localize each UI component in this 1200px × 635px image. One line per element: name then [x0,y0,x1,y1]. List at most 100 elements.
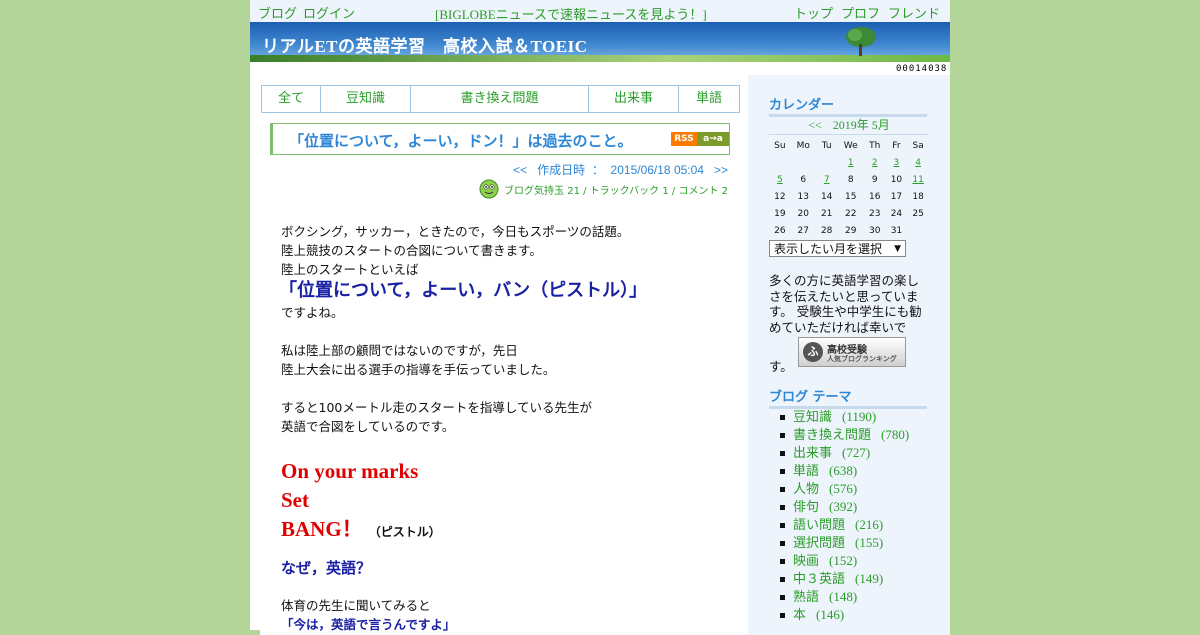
blog-link[interactable]: ブログ [258,6,297,21]
pistol-note: （ピストル） [368,525,441,539]
profile-link[interactable]: プロフ [841,6,880,21]
next-post-link[interactable]: >> [714,163,728,177]
top-link[interactable]: トップ [794,6,833,21]
ranking-banner-button[interactable]: ふ 高校受験 人気ブログランキング [798,337,906,367]
calendar-day: 24 [890,208,903,219]
weekday-header: We [843,140,858,151]
theme-name: 単語 [793,463,820,478]
month-select[interactable]: 表示したい月を選択 ▼ [769,240,906,257]
post-paragraph: 私は陸上部の顧問ではないのですが，先日 [281,343,518,358]
friend-link[interactable]: フレンド [888,6,940,21]
theme-item[interactable]: 熟語 (148) [780,588,943,606]
theme-count: (1190) [842,409,877,424]
red-callout-3: BANG！ （ピストル） [281,515,731,547]
calendar: << 2019年 5月 Su Mo Tu We Th Fr Sa 1 2 3 4 5 6 7 8 9 10 11 1… [769,116,929,239]
theme-count: (216) [855,517,884,532]
post-meta: ブログ気持玉 21 / トラックバック 1 / コメント 2 [478,179,728,199]
calendar-day[interactable]: 4 [907,154,929,171]
post-meta-links[interactable]: ブログ気持玉 21 / トラックバック 1 / コメント 2 [504,182,728,197]
theme-item[interactable]: 映画 (152) [780,552,943,570]
calendar-day: 25 [912,208,924,219]
calendar-day: 8 [847,174,854,185]
theme-count: (146) [816,607,845,622]
calendar-empty-cell [769,154,791,171]
red-callout-3-text: BANG！ [281,517,363,541]
calendar-day: 17 [890,191,903,202]
prev-post-link[interactable]: << [513,163,527,177]
weekday-header: Su [774,140,786,151]
theme-item[interactable]: 出来事 (727) [780,444,943,462]
theme-count: (727) [842,445,871,460]
calendar-day: 23 [869,208,881,219]
calendar-day: 12 [774,191,786,202]
rss-icon[interactable]: RSS a→a [671,132,729,146]
weekday-header: Fr [892,140,901,151]
weekday-header: Tu [821,140,832,151]
calendar-day[interactable]: 1 [838,154,864,171]
category-tab-events[interactable]: 出来事 [589,86,679,112]
category-tab-words[interactable]: 単語 [679,86,739,112]
theme-item[interactable]: 選択問題 (155) [780,534,943,552]
blog-banner: リアルETの英語学習 高校入試＆TOEIC [250,22,950,62]
theme-item[interactable]: 単語 (638) [780,462,943,480]
theme-name: 豆知識 [793,409,833,424]
theme-item[interactable]: 俳句 (392) [780,498,943,516]
calendar-day: 22 [844,208,857,219]
calendar-day[interactable]: 2 [864,154,886,171]
question-heading: なぜ，英語？ [281,559,372,577]
category-tab-all[interactable]: 全て [262,86,321,112]
calendar-prev-link[interactable]: << [808,118,822,132]
calendar-heading: カレンダー [769,94,927,117]
post-paragraph: ですよね。 [281,305,344,320]
theme-item[interactable]: 人物 (576) [780,480,943,498]
theme-count: (152) [829,553,858,568]
visitor-counter: 00014038 [896,64,948,74]
weekday-header: Th [869,140,881,151]
post-paragraph: 英語で合図をしているのです。 [281,419,455,434]
theme-name: 俳句 [793,499,820,514]
theme-item[interactable]: 中３英語 (149) [780,570,943,588]
calendar-day: 21 [820,208,833,219]
news-link[interactable]: [BIGLOBEニュースで速報ニュースを見よう！] [435,4,707,23]
post-body: ボクシング，サッカー，ときたので，今日もスポーツの話題。 陸上競技のスタートの合… [279,222,731,634]
calendar-day[interactable]: 11 [907,171,929,188]
theme-list: 豆知識 (1190) 書き換え問題 (780) 出来事 (727) 単語 (638) 人物 (57… [780,408,943,624]
category-tab-rewrite[interactable]: 書き換え問題 [411,86,589,112]
month-select-label: 表示したい月を選択 [774,242,883,256]
calendar-month: 2019年 5月 [832,118,890,132]
post-paragraph: 陸上のスタートといえば [281,262,419,277]
theme-item[interactable]: 豆知識 (1190) [780,408,943,426]
emphasis-quote: 「位置について，よーい，バン（ピストル）」 [279,280,648,301]
theme-item[interactable]: 書き換え問題 (780) [780,426,943,444]
theme-name: 書き換え問題 [793,427,872,442]
calendar-day: 13 [797,191,809,202]
calendar-day: 18 [912,191,924,202]
theme-item[interactable]: 語い問題 (216) [780,516,943,534]
ranking-logo-icon: ふ [803,342,823,362]
post-title[interactable]: 「位置について，よーい，ドン！」は過去のこと。 [289,130,633,151]
calendar-day: 9 [871,174,878,185]
calendar-day[interactable]: 7 [816,171,838,188]
weekday-header: Mo [796,140,810,151]
smiley-face-icon[interactable] [478,179,500,199]
rss-label: RSS [671,132,697,146]
date-label: 作成日時 [537,163,586,177]
post-paragraph: ボクシング，サッカー，ときたので，今日もスポーツの話題。 [281,224,630,239]
red-callout-2: Set [281,488,309,512]
calendar-day: 15 [844,191,857,202]
calendar-day[interactable]: 3 [886,154,908,171]
calendar-day[interactable]: 5 [769,171,791,188]
category-tab-trivia[interactable]: 豆知識 [321,86,411,112]
theme-item[interactable]: 本 (146) [780,606,943,624]
top-bar: ブログ ログイン [BIGLOBEニュースで速報ニュースを見よう！] トップ プロフ… [250,0,950,22]
theme-count: (392) [829,499,858,514]
theme-name: 映画 [793,553,820,568]
blog-title[interactable]: リアルETの英語学習 高校入試＆TOEIC [262,32,588,57]
login-link[interactable]: ログイン [303,6,355,21]
blog-description-end: す。 [769,359,793,374]
weekday-header: Sa [912,140,924,151]
page-wrapper: ブログ ログイン [BIGLOBEニュースで速報ニュースを見よう！] トップ プロフ… [250,0,950,635]
main-column: 全て 豆知識 書き換え問題 出来事 単語 「位置について，よーい，ドン！」は過去… [260,75,748,635]
theme-count: (780) [881,427,910,442]
calendar-day: 19 [774,208,786,219]
